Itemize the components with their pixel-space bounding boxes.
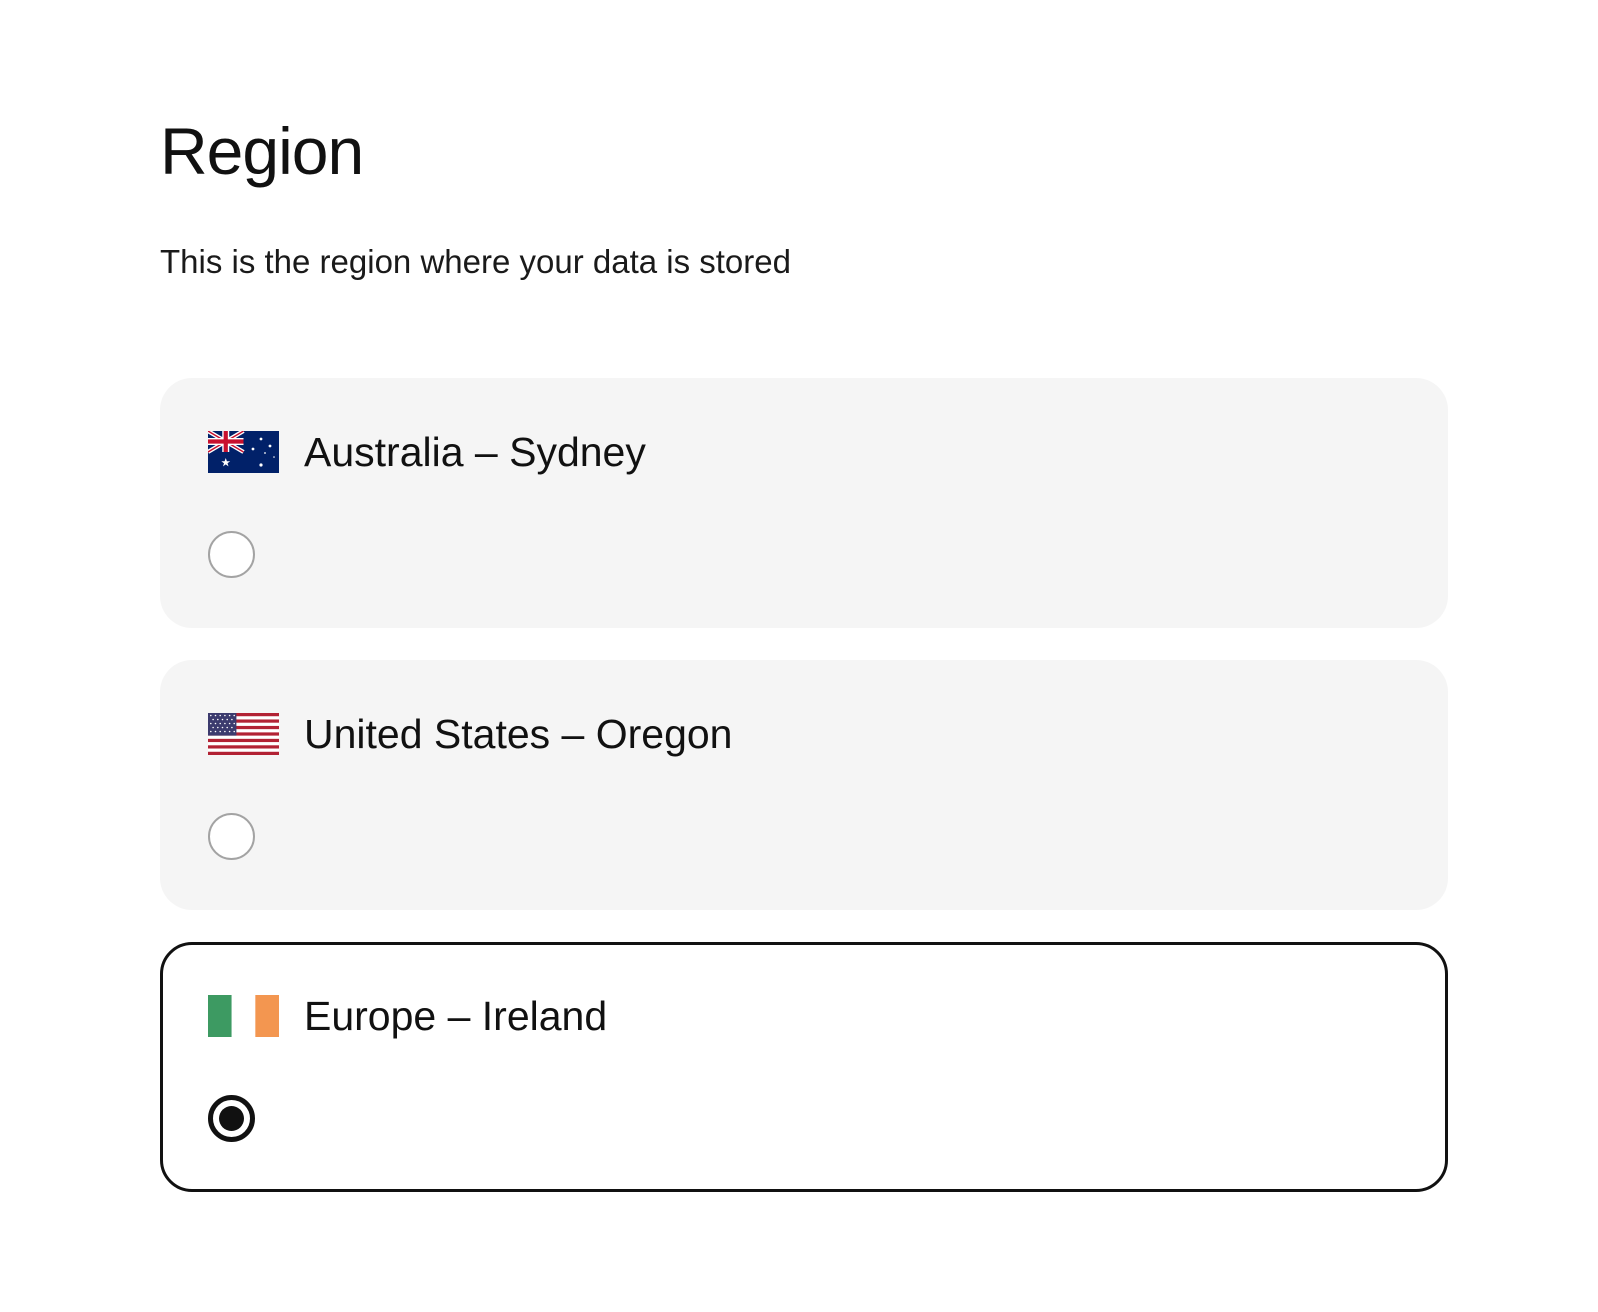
region-option-header: United States – Oregon <box>208 711 733 757</box>
region-label: Europe – Ireland <box>304 993 608 1039</box>
region-label: United States – Oregon <box>304 711 733 757</box>
region-option-united-states-oregon[interactable]: United States – Oregon <box>160 660 1448 910</box>
united-states-flag-icon <box>208 713 279 755</box>
region-option-europe-ireland[interactable]: Europe – Ireland <box>160 942 1448 1192</box>
region-option-header: Europe – Ireland <box>208 993 608 1039</box>
region-option-header: Australia – Sydney <box>208 429 646 475</box>
page-subtitle: This is the region where your data is st… <box>160 243 791 280</box>
australia-flag-icon <box>208 431 279 473</box>
region-radio-europe-ireland[interactable] <box>208 1095 255 1142</box>
page-title: Region <box>160 114 364 188</box>
region-settings: Region This is the region where your dat… <box>160 112 1448 1192</box>
region-radio-australia-sydney[interactable] <box>208 531 255 578</box>
ireland-flag-icon <box>208 995 279 1037</box>
region-options: Australia – Sydney United States – Orego… <box>160 378 1448 1192</box>
region-option-australia-sydney[interactable]: Australia – Sydney <box>160 378 1448 628</box>
region-radio-united-states-oregon[interactable] <box>208 813 255 860</box>
region-label: Australia – Sydney <box>304 429 646 475</box>
